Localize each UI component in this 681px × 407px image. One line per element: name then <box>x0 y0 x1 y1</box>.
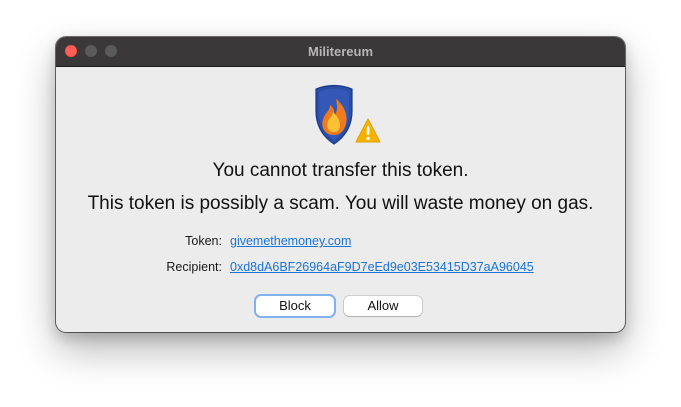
token-label: Token: <box>185 234 222 248</box>
shield-fire-warning-icon <box>315 84 381 145</box>
recipient-address-link[interactable]: 0xd8dA6BF26964aF9D7eEd9e03E53415D37aA960… <box>230 260 534 274</box>
dialog-headline: You cannot transfer this token. <box>212 160 469 181</box>
dialog-window: Militereum You cannot transfer this toke… <box>56 37 625 332</box>
allow-button[interactable]: Allow <box>344 296 422 316</box>
recipient-label: Recipient: <box>166 260 222 274</box>
title-bar[interactable]: Militereum <box>56 37 625 67</box>
block-button[interactable]: Block <box>256 296 334 316</box>
dialog-warning-message: This token is possibly a scam. You will … <box>87 193 594 214</box>
dialog-content: You cannot transfer this token. This tok… <box>56 67 625 332</box>
window-title: Militereum <box>307 44 373 59</box>
token-link[interactable]: givemethemoney.com <box>230 234 351 248</box>
